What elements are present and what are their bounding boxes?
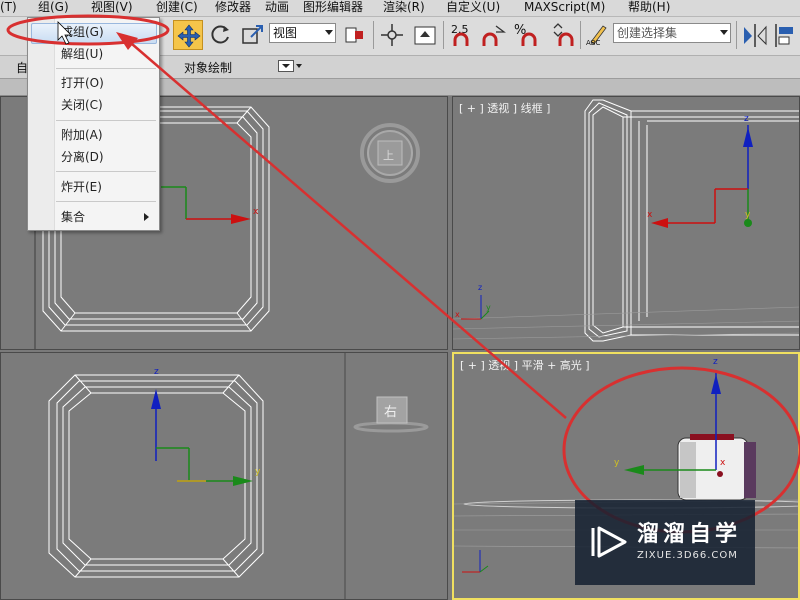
manipulate-icon bbox=[381, 24, 403, 46]
axis-y-label: y bbox=[255, 467, 261, 477]
edit-named-selection-button[interactable]: ABC bbox=[583, 20, 613, 50]
menu-separator bbox=[56, 120, 156, 121]
menu-item-ungroup[interactable]: 解组(U) bbox=[61, 45, 103, 63]
align-icon bbox=[775, 24, 793, 47]
menu-item-detach[interactable]: 分离(D) bbox=[61, 148, 104, 166]
viewcube-top[interactable]: 上 bbox=[383, 147, 394, 163]
menu-icon-gutter bbox=[28, 18, 55, 230]
svg-text:z: z bbox=[744, 114, 749, 124]
chevron-down-icon bbox=[282, 64, 290, 68]
menu-item-explode[interactable]: 炸开(E) bbox=[61, 178, 102, 196]
menu-separator bbox=[56, 68, 156, 69]
svg-text:x: x bbox=[253, 207, 259, 217]
named-selection-combo[interactable]: 创建选择集 bbox=[613, 23, 731, 43]
play-logo-icon bbox=[591, 526, 627, 558]
menu-help[interactable]: 帮助(H) bbox=[628, 0, 670, 16]
pivot-button[interactable] bbox=[340, 20, 370, 50]
ribbon-options-button[interactable] bbox=[278, 60, 294, 72]
menu-bar: (T) 组(G) 视图(V) 创建(C) 修改器 动画 图形编辑器 渲染(R) … bbox=[0, 0, 800, 17]
menu-group[interactable]: 组(G) bbox=[38, 0, 69, 16]
percent-snap-button[interactable]: % bbox=[511, 20, 541, 50]
menu-separator bbox=[56, 171, 156, 172]
axis-tripod-y-label: y bbox=[486, 303, 491, 312]
watermark-subtitle: ZIXUE.3D66.COM bbox=[637, 550, 738, 561]
mirror-button[interactable] bbox=[740, 20, 770, 50]
axis-y-label: y bbox=[614, 458, 620, 468]
spinner-snap-icon bbox=[553, 23, 574, 46]
angle-snap-button[interactable] bbox=[478, 20, 508, 50]
menu-item-attach[interactable]: 附加(A) bbox=[61, 126, 103, 144]
menu-animation[interactable]: 动画 bbox=[265, 0, 289, 16]
chevron-down-icon bbox=[720, 30, 728, 35]
axis-tripod-z-label: z bbox=[478, 283, 483, 292]
angle-snap-icon bbox=[482, 25, 506, 46]
axis-z-label: z bbox=[154, 367, 159, 377]
menu-tools[interactable]: (T) bbox=[0, 0, 17, 16]
menu-separator bbox=[56, 201, 156, 202]
chevron-down-icon bbox=[325, 30, 333, 35]
wireframe-box: y x z bbox=[453, 99, 799, 342]
menu-item-assembly[interactable]: 集合 bbox=[61, 208, 85, 226]
watermark-logo: 溜溜自学 ZIXUE.3D66.COM bbox=[575, 500, 755, 585]
axis-z-label: z bbox=[713, 357, 718, 367]
scale-icon bbox=[242, 25, 263, 44]
keyboard-shortcut-button[interactable] bbox=[410, 20, 440, 50]
menu-maxscript[interactable]: MAXScript(M) bbox=[524, 0, 605, 16]
svg-text:x: x bbox=[647, 210, 653, 220]
abc-label: ABC bbox=[586, 39, 601, 47]
snap-toggle-button[interactable]: 2.5 bbox=[447, 20, 477, 50]
reference-coordinate-combo[interactable]: 视图 bbox=[269, 23, 336, 43]
group-dropdown-menu: 成组(G) 解组(U) 打开(O) 关闭(C) 附加(A) 分离(D) 炸开(E… bbox=[27, 17, 160, 231]
scale-button[interactable] bbox=[238, 20, 268, 50]
menu-item-open[interactable]: 打开(O) bbox=[61, 74, 104, 92]
reference-coordinate-value: 视图 bbox=[273, 26, 298, 40]
menu-views[interactable]: 视图(V) bbox=[91, 0, 133, 16]
upload-icon bbox=[414, 26, 436, 45]
axis-x-label: x bbox=[720, 458, 726, 468]
pivot-icon bbox=[345, 27, 363, 43]
axis-tripod-x-label: x bbox=[455, 310, 460, 319]
snap-value: 2.5 bbox=[451, 23, 469, 36]
move-icon bbox=[177, 24, 201, 48]
move-button[interactable] bbox=[173, 20, 203, 50]
chevron-down-icon[interactable] bbox=[296, 64, 302, 68]
menu-customize[interactable]: 自定义(U) bbox=[446, 0, 500, 16]
wireframe-box bbox=[48, 353, 429, 599]
toolbar-separator bbox=[373, 21, 374, 49]
menu-modifiers[interactable]: 修改器 bbox=[215, 0, 251, 16]
menu-item-close[interactable]: 关闭(C) bbox=[61, 96, 103, 114]
menu-create[interactable]: 创建(C) bbox=[156, 0, 198, 16]
chevron-right-icon bbox=[144, 213, 149, 221]
menu-item-group[interactable]: 成组(G) bbox=[61, 23, 104, 41]
toolbar-separator bbox=[736, 21, 737, 49]
svg-text:y: y bbox=[745, 210, 751, 220]
menu-graph-editors[interactable]: 图形编辑器 bbox=[303, 0, 363, 16]
rotate-button[interactable] bbox=[205, 20, 235, 50]
align-button[interactable] bbox=[770, 20, 800, 50]
select-manipulate-button[interactable] bbox=[377, 20, 407, 50]
rotate-icon bbox=[211, 25, 229, 44]
named-selection-value: 创建选择集 bbox=[617, 26, 678, 40]
viewport-perspective-wireframe[interactable]: [ + ] 透视 ] 线框 ] y x z z x y bbox=[452, 96, 800, 350]
mirror-icon bbox=[744, 24, 767, 47]
menu-rendering[interactable]: 渲染(R) bbox=[383, 0, 425, 16]
percent-label: % bbox=[514, 23, 527, 38]
viewcube-right[interactable]: 右 bbox=[384, 401, 397, 420]
ribbon-object-paint-tab[interactable]: 对象绘制 bbox=[184, 59, 232, 76]
viewport-right[interactable]: z y 右 bbox=[0, 352, 448, 600]
toolbar-separator bbox=[443, 21, 444, 49]
toolbar-separator bbox=[580, 21, 581, 49]
watermark-title: 溜溜自学 bbox=[637, 522, 742, 547]
spinner-snap-button[interactable] bbox=[548, 20, 578, 50]
